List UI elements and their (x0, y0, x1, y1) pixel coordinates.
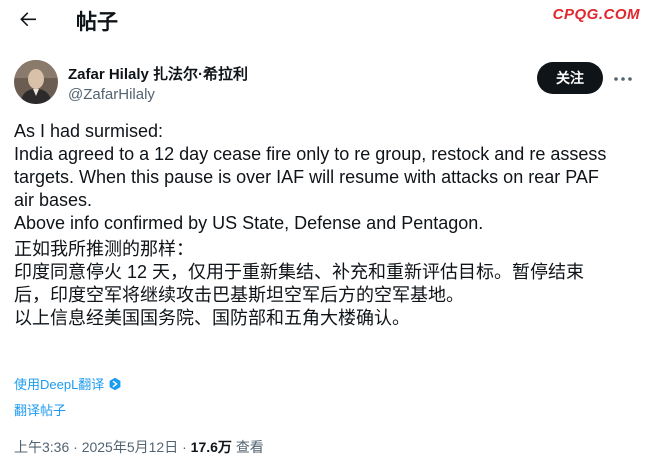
tweet-line: As I had surmised: (14, 121, 164, 141)
meta-separator: · (73, 439, 78, 455)
follow-button[interactable]: 关注 (537, 62, 603, 94)
tweet-line: 以上信息经美国国务院、国防部和五角大楼确认。 (14, 308, 410, 328)
tweet-line: 印度同意停火 12 天，仅用于重新集结、补充和重新评估目标。暂停结束 (14, 262, 585, 282)
page-title: 帖子 (76, 11, 118, 34)
author-handle[interactable]: @ZafarHilaly (68, 86, 155, 103)
deepl-icon (109, 377, 121, 390)
deepl-translate-link[interactable]: 使用DeepL翻译 (14, 374, 122, 393)
author-name[interactable]: Zafar Hilaly 扎法尔·希拉利 (68, 63, 248, 84)
deepl-translate-label: 使用DeepL翻译 (14, 377, 105, 392)
tweet-line: India agreed to a 12 day cease fire only… (14, 144, 607, 164)
tweet-line: Above info confirmed by US State, Defens… (14, 213, 484, 233)
tweet-text: As I had surmised: India agreed to a 12 … (14, 120, 636, 330)
tweet-line: 正如我所推测的那样： (14, 239, 194, 259)
post-date[interactable]: 2025年5月12日 (82, 439, 179, 455)
arrow-left-icon[interactable] (16, 7, 40, 31)
avatar-image (14, 60, 58, 104)
site-watermark: CPQG.COM (552, 6, 640, 23)
tweet-line: air bases. (14, 190, 93, 210)
avatar[interactable] (14, 60, 58, 104)
post-time[interactable]: 上午3:36 (14, 439, 69, 455)
top-bar: 帖子 CPQG.COM (0, 0, 650, 40)
post-meta: 上午3:36 · 2025年5月12日 · 17.6万 查看 (14, 437, 264, 457)
tweet-line: targets. When this pause is over IAF wil… (14, 167, 599, 187)
view-label: 查看 (235, 439, 264, 455)
more-horizontal-icon[interactable] (612, 68, 634, 90)
tweet-line: 后，印度空军将继续攻击巴基斯坦空军后方的空军基地。 (14, 285, 464, 305)
translate-post-link[interactable]: 翻译帖子 (14, 400, 66, 419)
view-count: 17.6万 (190, 439, 232, 455)
meta-separator: · (182, 439, 187, 455)
